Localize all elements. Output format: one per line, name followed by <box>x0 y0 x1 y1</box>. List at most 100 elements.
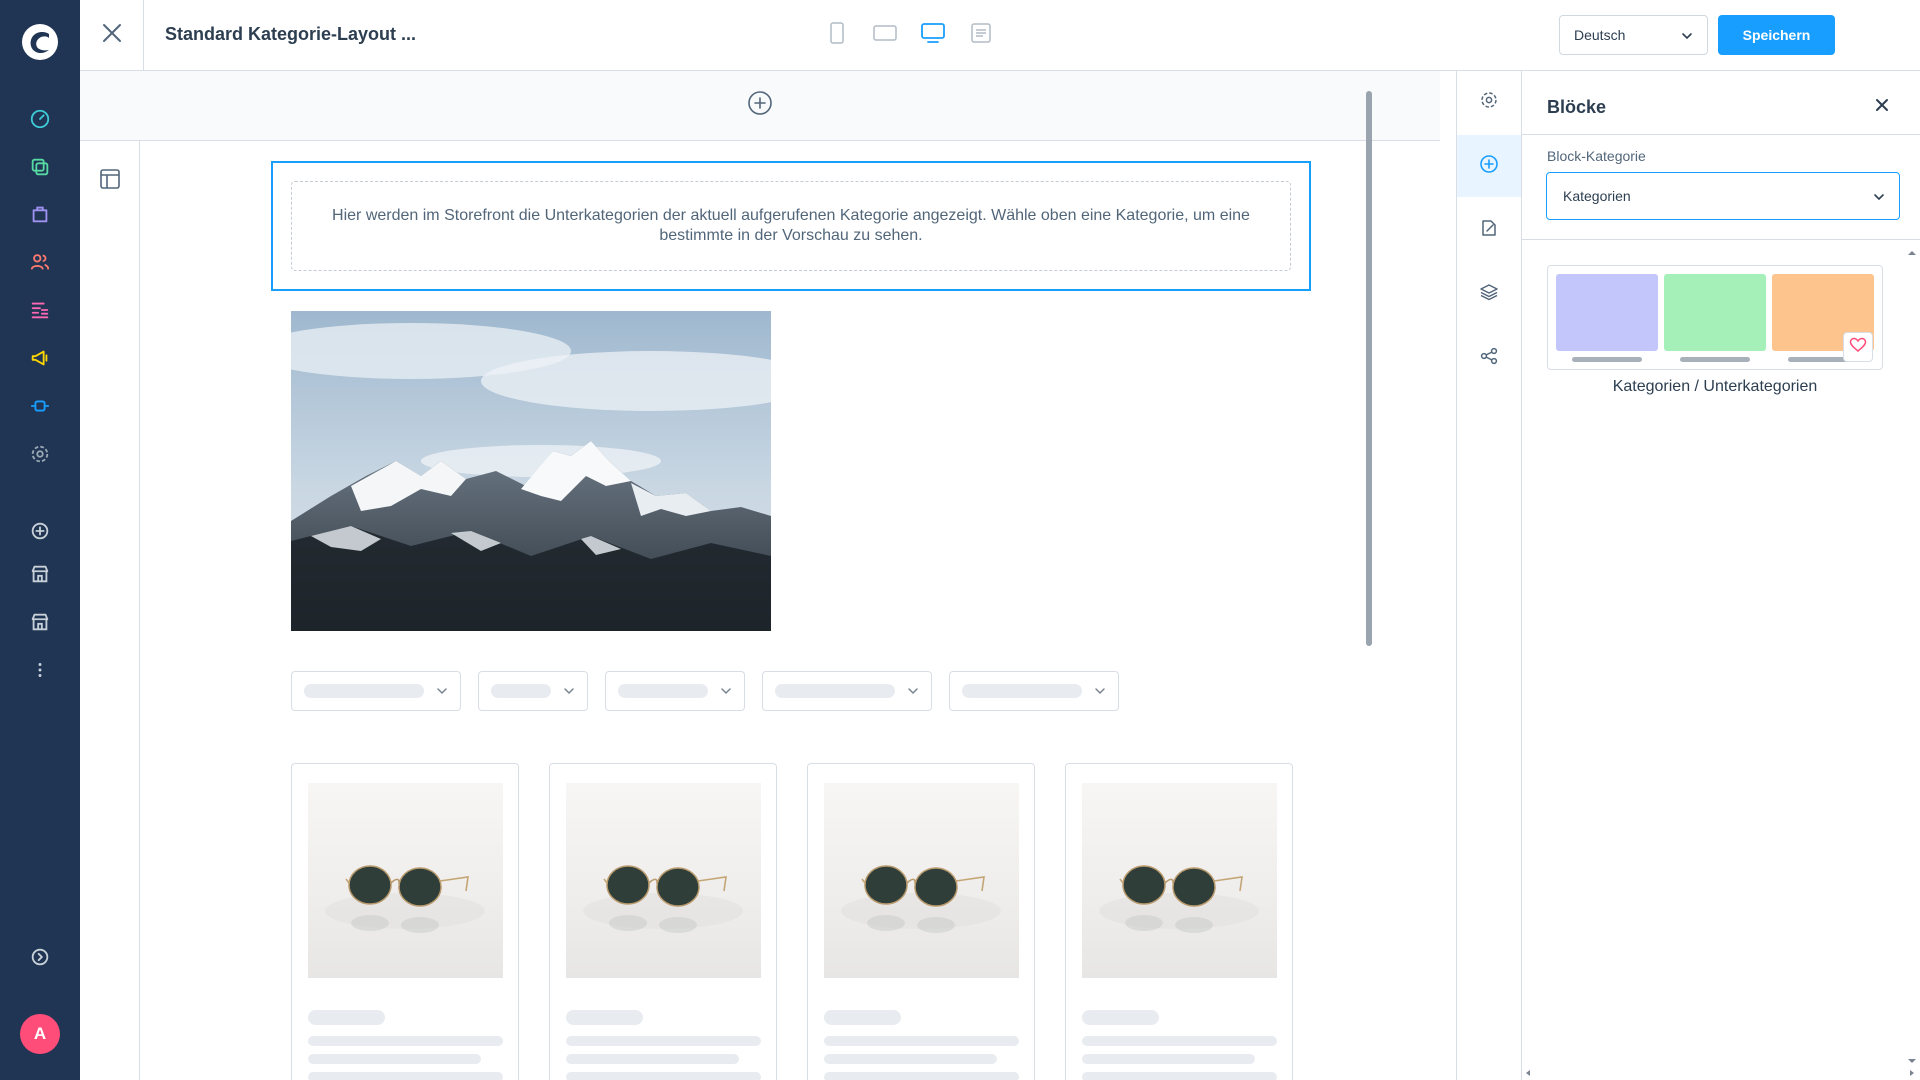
preview-tile <box>1556 274 1658 351</box>
tab-layers[interactable] <box>1457 263 1521 325</box>
customers-icon[interactable] <box>28 250 52 274</box>
storefront-icon[interactable] <box>28 610 52 634</box>
product-card[interactable] <box>291 763 519 1080</box>
product-card[interactable] <box>549 763 777 1080</box>
product-card[interactable] <box>1065 763 1293 1080</box>
share-icon <box>1479 346 1499 371</box>
scrollbar-thumb[interactable] <box>1366 91 1372 646</box>
favorite-button[interactable] <box>1843 332 1873 362</box>
mobile-icon <box>828 21 846 50</box>
more-vertical-icon[interactable] <box>28 658 52 682</box>
device-tablet-button[interactable] <box>872 22 898 48</box>
gear-icon <box>1479 90 1499 115</box>
heart-icon <box>1849 337 1867 358</box>
device-form-button[interactable] <box>968 22 994 48</box>
preview-line <box>1680 357 1750 362</box>
product-text-placeholder <box>824 1054 997 1064</box>
dashboard-icon[interactable] <box>28 107 52 131</box>
collapse-menu-icon[interactable] <box>28 945 52 969</box>
chevron-down-icon <box>436 682 448 700</box>
catalog-icon[interactable] <box>28 155 52 179</box>
filter-dropdown[interactable] <box>478 671 588 711</box>
content-icon[interactable] <box>28 298 52 322</box>
add-section-icon[interactable] <box>747 90 773 121</box>
section-settings-sidebar <box>80 141 140 1080</box>
page-title: Standard Kategorie-Layout ... <box>165 24 417 44</box>
preview-line <box>1572 357 1642 362</box>
close-icon <box>101 22 123 49</box>
chevron-down-icon <box>1094 682 1106 700</box>
product-title-placeholder <box>824 1010 901 1025</box>
storefront-icon[interactable] <box>28 562 52 586</box>
panel-header: Blöcke <box>1522 71 1920 135</box>
add-circle-icon[interactable] <box>28 519 52 543</box>
filter-placeholder-bar <box>775 684 895 698</box>
filter-dropdown[interactable] <box>949 671 1119 711</box>
product-text-placeholder <box>308 1054 481 1064</box>
language-select-value: Deutsch <box>1574 27 1626 43</box>
orders-icon[interactable] <box>28 202 52 226</box>
tab-share[interactable] <box>1457 327 1521 389</box>
block-name-label: Kategorien / Unterkategorien <box>1612 378 1818 395</box>
desktop-icon <box>920 22 946 49</box>
block-preview-card[interactable] <box>1547 265 1883 370</box>
device-mobile-button[interactable] <box>824 21 850 50</box>
product-text-placeholder <box>824 1036 1019 1046</box>
layers-icon <box>1479 282 1499 307</box>
scroll-up-arrow-icon[interactable] <box>1907 243 1917 261</box>
product-image <box>1082 783 1277 978</box>
tab-edit[interactable] <box>1457 199 1521 261</box>
chevron-down-icon <box>720 682 732 700</box>
filter-dropdown[interactable] <box>291 671 461 711</box>
chevron-down-icon <box>563 682 575 700</box>
extensions-icon[interactable] <box>28 394 52 418</box>
user-avatar[interactable]: A <box>20 1014 60 1054</box>
admin-sidebar: A <box>0 0 80 1080</box>
settings-icon[interactable] <box>28 442 52 466</box>
category-navigation-block[interactable]: Hier werden im Storefront die Unterkateg… <box>271 161 1311 291</box>
block-category-value: Kategorien <box>1563 188 1631 204</box>
product-title-placeholder <box>566 1010 643 1025</box>
filter-dropdown[interactable] <box>605 671 745 711</box>
layout-canvas: Hier werden im Storefront die Unterkateg… <box>80 71 1440 1080</box>
category-block-info-text: Hier werden im Storefront die Unterkateg… <box>291 181 1291 271</box>
blocks-panel: Blöcke Block-Kategorie Kategorien Katego… <box>1522 71 1920 1080</box>
form-view-icon <box>970 22 992 49</box>
product-card[interactable] <box>807 763 1035 1080</box>
marketing-icon[interactable] <box>28 346 52 370</box>
language-select[interactable]: Deutsch <box>1559 15 1708 55</box>
block-category-label: Block-Kategorie <box>1547 148 1646 164</box>
tab-blocks[interactable] <box>1457 135 1521 197</box>
add-circle-icon <box>1478 153 1500 180</box>
edit-icon <box>1479 218 1499 243</box>
product-text-placeholder <box>1082 1054 1255 1064</box>
panel-close-button[interactable] <box>1872 97 1892 117</box>
shopware-logo-icon[interactable] <box>20 22 60 62</box>
product-text-placeholder <box>824 1072 1019 1080</box>
panel-horizontal-scrollbar[interactable] <box>1522 1066 1920 1080</box>
tab-settings[interactable] <box>1457 71 1521 133</box>
product-text-placeholder <box>566 1054 739 1064</box>
section-layout-icon[interactable] <box>98 167 122 191</box>
filter-placeholder-bar <box>618 684 708 698</box>
product-text-placeholder <box>308 1036 503 1046</box>
filter-dropdown[interactable] <box>762 671 932 711</box>
product-text-placeholder <box>308 1072 503 1080</box>
listing-filter-bar <box>291 671 1119 711</box>
filter-placeholder-bar <box>491 684 551 698</box>
product-title-placeholder <box>308 1010 385 1025</box>
panel-title: Blöcke <box>1547 97 1607 117</box>
canvas-scrollbar[interactable] <box>1362 71 1376 1080</box>
product-title-placeholder <box>1082 1010 1159 1025</box>
close-icon <box>1875 98 1889 117</box>
save-button[interactable]: Speichern <box>1718 15 1835 55</box>
product-listing <box>291 763 1293 1080</box>
product-text-placeholder <box>1082 1036 1277 1046</box>
device-desktop-button[interactable] <box>920 22 946 48</box>
device-view-switcher <box>824 21 994 50</box>
close-editor-button[interactable] <box>80 0 144 71</box>
tablet-icon <box>872 23 898 48</box>
product-text-placeholder <box>566 1072 761 1080</box>
block-category-select[interactable]: Kategorien <box>1546 172 1900 220</box>
mountain-image[interactable] <box>291 311 771 631</box>
